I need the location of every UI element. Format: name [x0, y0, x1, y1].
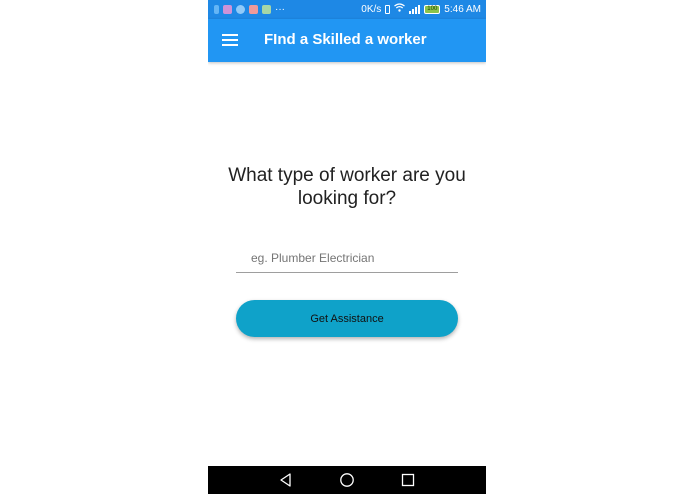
battery-icon: 100 — [424, 4, 441, 14]
app-notification-icon — [236, 5, 245, 14]
app-notification-icon — [223, 5, 232, 14]
network-speed: 0K/s — [361, 3, 382, 15]
worker-type-input[interactable] — [236, 243, 458, 272]
app-notification-icon — [249, 5, 258, 14]
phone-screen: ··· 0K/s 100 5:46 AM FInd a Skilled a wo… — [208, 0, 486, 494]
clock: 5:46 AM — [444, 3, 481, 15]
question-heading: What type of worker are you looking for? — [228, 165, 466, 209]
navigation-bar — [208, 466, 486, 494]
app-bar: FInd a Skilled a worker — [208, 19, 486, 62]
home-icon[interactable] — [339, 472, 355, 488]
back-icon[interactable] — [278, 472, 294, 488]
vibrate-icon — [385, 4, 391, 14]
get-assistance-button[interactable]: Get Assistance — [236, 300, 458, 337]
status-indicators: 0K/s 100 5:46 AM — [361, 3, 481, 15]
more-notifications-icon: ··· — [275, 4, 285, 15]
signal-icon — [409, 4, 421, 14]
app-notification-icon — [262, 5, 271, 14]
notification-icons: ··· — [214, 4, 285, 15]
worker-type-field — [236, 243, 458, 273]
page-title: FInd a Skilled a worker — [264, 31, 427, 48]
wifi-icon — [394, 3, 406, 15]
hamburger-menu-icon[interactable] — [222, 34, 238, 47]
recents-icon[interactable] — [400, 472, 416, 488]
bluetooth-icon — [214, 5, 219, 14]
status-bar: ··· 0K/s 100 5:46 AM — [208, 0, 486, 19]
